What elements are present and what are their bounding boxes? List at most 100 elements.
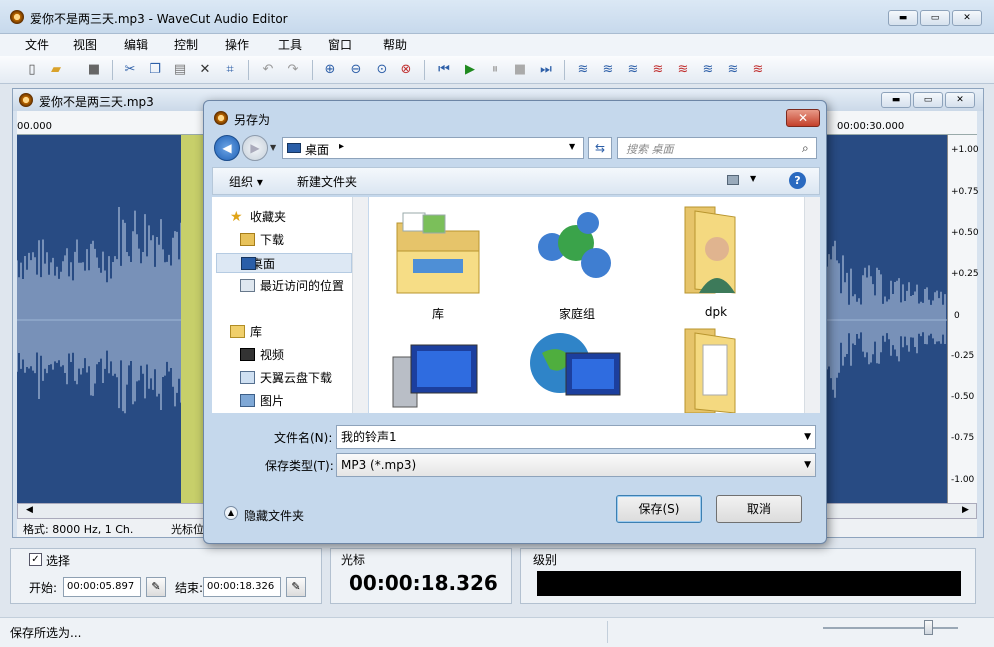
scroll-right-icon[interactable]: ▶ bbox=[962, 505, 969, 515]
doc-close-button[interactable]: ✕ bbox=[945, 92, 975, 108]
cut-icon[interactable]: ✂ bbox=[122, 62, 138, 78]
y-tick: -0.25 bbox=[951, 351, 975, 361]
effect-8-icon[interactable]: ≋ bbox=[750, 62, 766, 78]
history-dropdown-icon[interactable]: ▼ bbox=[270, 143, 276, 152]
zoom-selection-icon[interactable]: ⊙ bbox=[374, 62, 390, 78]
effect-4-icon[interactable]: ≋ bbox=[650, 62, 666, 78]
nav-libraries[interactable]: 库 bbox=[216, 322, 356, 342]
effect-5-icon[interactable]: ≋ bbox=[675, 62, 691, 78]
nav-downloads[interactable]: 下载 bbox=[226, 230, 366, 250]
nav-recent[interactable]: 最近访问的位置 bbox=[226, 276, 366, 296]
open-folder-icon[interactable]: ▰ bbox=[48, 62, 64, 78]
skip-start-icon[interactable]: ⏮ bbox=[436, 62, 452, 78]
stop-icon[interactable]: ■ bbox=[512, 62, 528, 78]
file-item-network[interactable] bbox=[522, 323, 632, 413]
redo-icon[interactable]: ↷ bbox=[285, 62, 301, 78]
effect-1-icon[interactable]: ≋ bbox=[575, 62, 591, 78]
view-dropdown-icon[interactable]: ▼ bbox=[750, 174, 756, 183]
delete-icon[interactable]: ✕ bbox=[197, 62, 213, 78]
new-file-icon[interactable]: ▯ bbox=[24, 62, 40, 78]
file-item-library[interactable]: 库 bbox=[383, 201, 493, 325]
menu-edit[interactable]: 编辑 bbox=[124, 36, 148, 53]
start-pick-icon[interactable]: ✎ bbox=[146, 577, 166, 597]
play-icon[interactable]: ▶ bbox=[462, 62, 478, 78]
zoom-all-icon[interactable]: ⊗ bbox=[398, 62, 414, 78]
refresh-icon[interactable]: ⇆ bbox=[588, 137, 612, 159]
breadcrumb-arrow-icon[interactable]: ▸ bbox=[339, 141, 344, 152]
start-field[interactable]: 00:00:05.897 bbox=[63, 577, 141, 597]
organize-button[interactable]: 组织 ▾ bbox=[229, 173, 263, 190]
selection-checkbox[interactable]: ✓ bbox=[29, 553, 42, 566]
menu-view[interactable]: 视图 bbox=[73, 36, 97, 53]
hide-folders-link[interactable]: 隐藏文件夹 bbox=[244, 507, 304, 524]
y-tick: -1.00 bbox=[951, 475, 975, 485]
forward-icon[interactable]: ▶ bbox=[242, 135, 268, 161]
file-item-documents[interactable] bbox=[661, 323, 771, 414]
dialog-title: 另存为 bbox=[234, 113, 271, 127]
nav-cloud[interactable]: 天翼云盘下载 bbox=[226, 368, 366, 388]
doc-minimize-button[interactable]: ▬ bbox=[881, 92, 911, 108]
view-options-icon[interactable] bbox=[727, 175, 739, 185]
selection-highlight[interactable] bbox=[181, 135, 205, 505]
menu-control[interactable]: 控制 bbox=[174, 36, 198, 53]
effect-2-icon[interactable]: ≋ bbox=[600, 62, 616, 78]
effect-7-icon[interactable]: ≋ bbox=[725, 62, 741, 78]
paste-icon[interactable]: ▤ bbox=[172, 62, 188, 78]
filetype-select[interactable]: MP3 (*.mp3) ▼ bbox=[336, 453, 816, 477]
library-folder-icon bbox=[396, 212, 480, 294]
zoom-out-icon[interactable]: ⊖ bbox=[348, 62, 364, 78]
crop-icon[interactable]: ⌗ bbox=[222, 62, 238, 78]
menu-window[interactable]: 窗口 bbox=[328, 36, 352, 53]
back-icon[interactable]: ◀ bbox=[214, 135, 240, 161]
effect-3-icon[interactable]: ≋ bbox=[625, 62, 641, 78]
filename-input[interactable]: 我的铃声1 ▼ bbox=[336, 425, 816, 449]
menu-operation[interactable]: 操作 bbox=[225, 36, 249, 53]
end-field[interactable]: 00:00:18.326 bbox=[203, 577, 281, 597]
zoom-slider-thumb[interactable] bbox=[924, 620, 933, 635]
amplitude-axis: +1.00 +0.75 +0.50 +0.25 0 -0.25 -0.50 -0… bbox=[947, 135, 979, 505]
file-item-computer[interactable] bbox=[383, 323, 493, 413]
save-button[interactable]: 保存(S) bbox=[616, 495, 702, 523]
nav-favorites[interactable]: ★ 收藏夹 bbox=[216, 207, 356, 227]
menu-file[interactable]: 文件 bbox=[25, 36, 49, 53]
file-item-dpk[interactable]: dpk bbox=[661, 201, 771, 325]
nav-pictures[interactable]: 图片 bbox=[226, 391, 366, 411]
menu-help[interactable]: 帮助 bbox=[383, 36, 407, 53]
hide-folders-icon[interactable]: ▲ bbox=[224, 506, 238, 520]
nav-scrollbar[interactable] bbox=[352, 197, 368, 413]
close-button[interactable]: ✕ bbox=[952, 10, 982, 26]
skip-end-icon[interactable]: ⏭ bbox=[538, 62, 554, 78]
y-tick: -0.75 bbox=[951, 433, 975, 443]
search-input[interactable]: 搜索 桌面 bbox=[617, 137, 817, 159]
undo-icon[interactable]: ↶ bbox=[260, 62, 276, 78]
user-folder-icon bbox=[684, 206, 736, 294]
address-field[interactable]: 桌面 ▸ ▼ bbox=[282, 137, 584, 159]
zoom-slider-track[interactable] bbox=[823, 627, 958, 629]
effect-6-icon[interactable]: ≋ bbox=[700, 62, 716, 78]
file-list-scrollbar[interactable] bbox=[804, 197, 820, 413]
y-tick: -0.50 bbox=[951, 392, 975, 402]
zoom-in-icon[interactable]: ⊕ bbox=[322, 62, 338, 78]
end-pick-icon[interactable]: ✎ bbox=[286, 577, 306, 597]
nav-videos[interactable]: 视频 bbox=[226, 345, 366, 365]
address-path: 桌面 bbox=[305, 143, 330, 157]
search-icon[interactable]: ⌕ bbox=[802, 141, 809, 156]
new-folder-button[interactable]: 新建文件夹 bbox=[297, 173, 357, 190]
maximize-button[interactable]: ▭ bbox=[920, 10, 950, 26]
cancel-button[interactable]: 取消 bbox=[716, 495, 802, 523]
filetype-dropdown-icon[interactable]: ▼ bbox=[804, 454, 811, 476]
save-icon[interactable]: ■ bbox=[86, 62, 102, 78]
scroll-left-icon[interactable]: ◀ bbox=[26, 505, 33, 515]
filename-dropdown-icon[interactable]: ▼ bbox=[804, 426, 811, 448]
address-dropdown-icon[interactable]: ▼ bbox=[569, 142, 575, 151]
help-icon[interactable]: ? bbox=[789, 172, 806, 189]
doc-maximize-button[interactable]: ▭ bbox=[913, 92, 943, 108]
copy-icon[interactable]: ❐ bbox=[147, 62, 163, 78]
menu-tools[interactable]: 工具 bbox=[278, 36, 302, 53]
file-item-homegroup[interactable]: 家庭组 bbox=[522, 201, 632, 325]
pause-icon[interactable]: ⏸ bbox=[487, 62, 503, 78]
nav-desktop[interactable]: 桌面 bbox=[216, 253, 352, 273]
minimize-button[interactable]: ▬ bbox=[888, 10, 918, 26]
filetype-label: 保存类型(T): bbox=[265, 459, 334, 473]
dialog-close-button[interactable]: ✕ bbox=[786, 109, 820, 127]
